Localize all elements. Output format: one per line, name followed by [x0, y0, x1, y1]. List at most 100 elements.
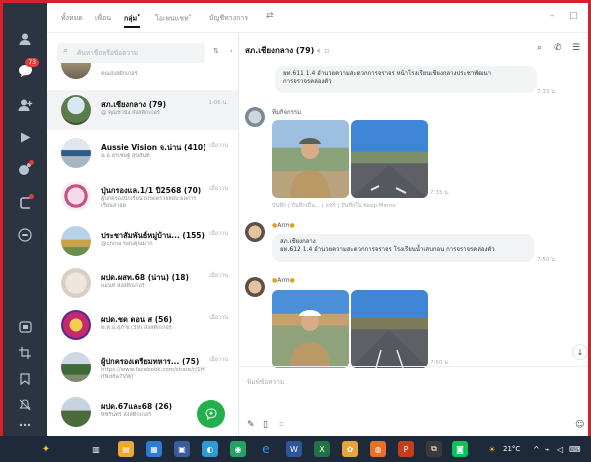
tab-openchat-label: โอเพนแชท — [155, 14, 189, 23]
search-input[interactable]: ⌕ ค้นหาชื่อหรือข้อความ — [57, 43, 205, 63]
widgets-icon[interactable]: ✦ — [38, 441, 54, 457]
menu-icon[interactable]: ☰ — [572, 43, 580, 53]
sender-emoji-icon: ● — [289, 222, 295, 229]
chrome-icon[interactable]: ◉ — [230, 441, 246, 457]
network-icon[interactable]: ⌁ — [545, 445, 550, 454]
tab-all[interactable]: ทั้งหมด — [61, 13, 83, 24]
screen-icon[interactable] — [15, 317, 35, 337]
officer-photo-icon — [290, 310, 330, 368]
add-friend-icon[interactable] — [15, 95, 35, 115]
ie-icon[interactable]: e — [258, 441, 274, 457]
list-item[interactable]: ผู้ปกครองเตรียมทหาร... (75) https://www.… — [47, 347, 238, 391]
list-item[interactable]: คุณส่งสติกเกอร์ — [47, 63, 238, 89]
list-item[interactable]: Aussie Vision จ.น่าน (410) น.อ.สุรเชษฐ์ … — [47, 133, 238, 173]
profile-icon[interactable] — [15, 29, 35, 49]
search-icon: ⌕ — [63, 46, 69, 56]
collapse-icon[interactable]: ‹ — [230, 47, 233, 55]
chat-header: สภ.เชียงกลาง (79) 🔈︎ ▫ ⌕ ✆ ☰ — [239, 33, 588, 63]
mute-icon[interactable] — [15, 395, 35, 415]
capture-icon[interactable]: ⧉ — [426, 441, 442, 457]
search-placeholder: ค้นหาชื่อหรือข้อความ — [77, 49, 139, 57]
tab-groups-marker: • — [137, 13, 141, 19]
chat-preview: @ คุณชวนั้ง ส่งสติกเกอร์ — [101, 110, 160, 116]
chat-preview: คุณส่งสติกเกอร์ — [101, 71, 138, 77]
photo-attachment[interactable] — [351, 290, 428, 368]
keep-actions[interactable]: บันทึก | บันทึกเป็น... | แชร์ | บันทึกใน… — [272, 202, 396, 210]
volume-icon[interactable]: ◁ — [557, 445, 563, 454]
chat-time: เมื่อวาน — [209, 231, 228, 237]
crop-icon[interactable] — [15, 343, 35, 363]
avatar — [61, 63, 91, 79]
avatar — [61, 268, 91, 298]
chat-preview: ผู้ปกครองนักเรียนโปรดตรวจสอบ ผลการเรียนล… — [101, 196, 197, 209]
photo-attachment[interactable] — [272, 290, 349, 368]
photo-attachment[interactable] — [351, 120, 428, 198]
paint-icon[interactable]: ✿ — [342, 441, 358, 457]
firefox-icon[interactable]: ◍ — [370, 441, 386, 457]
powerpoint-icon[interactable]: P — [398, 441, 414, 457]
list-item[interactable]: ปุ่นกรองแล.1/1 ปี2568 (70) ผู้ปกครองนักเ… — [47, 176, 238, 220]
store-icon[interactable]: ▦ — [146, 441, 162, 457]
news-icon[interactable] — [15, 159, 35, 179]
word-icon[interactable]: W — [286, 441, 302, 457]
sender-avatar — [245, 222, 265, 242]
voom-icon[interactable] — [15, 127, 35, 147]
tab-openchat[interactable]: โอเพนแชท• — [155, 13, 192, 24]
avatar — [61, 397, 91, 427]
call-dot — [29, 194, 34, 199]
chat-time: เมื่อวาน — [209, 315, 228, 321]
search-icon[interactable]: ⌕ — [537, 43, 542, 53]
chat-icon[interactable]: 73 — [15, 58, 39, 81]
sort-icon[interactable]: ⇅ — [213, 47, 219, 55]
call-icon[interactable]: ✆ — [554, 43, 562, 53]
avatar — [61, 352, 91, 382]
excel-icon[interactable]: X — [314, 441, 330, 457]
chat-preview: พ.ต.อ.สุภ์ ช.(39) ส่งสติกเกอร์ — [101, 325, 172, 331]
avatar — [61, 310, 91, 340]
scroll-down-button[interactable]: ↓ — [572, 344, 588, 360]
line-app-icon[interactable]: ◙ — [452, 441, 468, 457]
sender-avatar — [245, 277, 265, 297]
more-icon[interactable] — [15, 415, 35, 435]
officer-photo-icon — [290, 138, 330, 198]
avatar — [61, 181, 91, 211]
sender-name: ●Arm● — [272, 222, 295, 229]
filter-icon[interactable]: ⇄ — [266, 11, 274, 21]
bookmark-icon[interactable] — [15, 369, 35, 389]
message-composer[interactable]: พิมพ์ข้อความ ✎ ▯ ⌗ ☺ — [239, 366, 588, 436]
edge-icon[interactable]: ◐ — [202, 441, 218, 457]
list-item[interactable]: ผปด.ผสท.68 (น่าน) (18) แอนท์ ส่งสติกเกอร… — [47, 263, 238, 303]
app-icon[interactable]: ▣ — [174, 441, 190, 457]
avatar — [61, 95, 91, 125]
tab-groups[interactable]: กลุ่ม• — [124, 13, 141, 29]
tab-friends[interactable]: เพื่อน — [95, 13, 111, 24]
new-chat-button[interactable] — [197, 400, 225, 428]
task-view-icon[interactable]: ▥ — [88, 441, 104, 457]
minimize-button[interactable]: – — [550, 11, 555, 21]
list-item[interactable]: ประชาสัมพันธ์หมู่บ้าน... (155) @china ขอ… — [47, 221, 238, 261]
chat-time: เมื่อวาน — [209, 357, 228, 363]
attach-icon[interactable]: ✎ — [247, 420, 255, 430]
chat-preview: น.อ.สุรเชษฐ์ สุขสันต์ — [101, 153, 150, 159]
explorer-icon[interactable]: ▤ — [118, 441, 134, 457]
chat-pane: สภ.เชียงกลาง (79) 🔈︎ ▫ ⌕ ✆ ☰ ยท.611 1.4 … — [239, 33, 588, 436]
call-icon[interactable] — [15, 193, 35, 213]
new-chat-icon — [205, 408, 217, 420]
tab-official[interactable]: บัญชีทางการ — [209, 13, 248, 24]
crop-icon[interactable]: ⌗ — [279, 420, 284, 430]
sender-name-text: Arm — [277, 222, 290, 229]
emoji-icon[interactable]: ☺ — [575, 420, 584, 430]
list-item[interactable]: ผปด.ชด ตอน ส (56) พ.ต.อ.สุภ์ ช.(39) ส่งส… — [47, 305, 238, 345]
chat-time: 1:06 น. — [208, 100, 228, 106]
line-icon[interactable] — [15, 225, 35, 245]
sender-emoji-icon: ● — [289, 277, 295, 284]
keyboard-icon[interactable]: ⌨ — [569, 445, 581, 454]
message-line: ยท.612 1.4 อำนวยความสะดวกการจราจร โรงเรี… — [280, 246, 495, 253]
list-item[interactable]: สภ.เชียงกลาง (79) @ คุณชวนั้ง ส่งสติกเกอ… — [47, 90, 238, 130]
maximize-button[interactable]: □ — [569, 11, 578, 21]
message-line: สภ.เชียงกลาง — [280, 238, 316, 245]
photo-attachment[interactable] — [272, 120, 349, 198]
tray-expand-icon[interactable]: ^ — [533, 445, 540, 454]
chat-preview: พัชรินทร์ ส่งสติกเกอร์ — [101, 412, 152, 418]
bookmark-icon[interactable]: ▯ — [263, 420, 268, 430]
